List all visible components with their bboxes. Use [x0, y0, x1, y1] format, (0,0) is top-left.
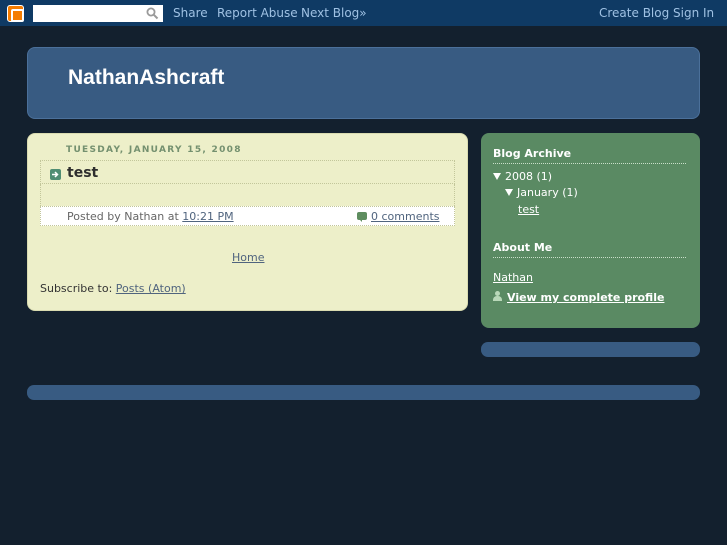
posts-atom-link[interactable]: Posts (Atom)	[116, 282, 186, 295]
archive-year-label[interactable]: 2008 (1)	[505, 170, 552, 183]
post-footer: Posted by Nathan at 10:21 PM 0 comments	[40, 206, 455, 226]
divider	[493, 257, 686, 258]
post-body	[40, 184, 455, 206]
triangle-down-icon[interactable]	[493, 173, 501, 180]
footer-bar	[27, 385, 700, 400]
subscribe-line: Subscribe to: Posts (Atom)	[40, 282, 186, 295]
profile-icon	[493, 291, 502, 301]
archive-month-label[interactable]: January (1)	[517, 186, 578, 199]
blogger-logo-icon[interactable]	[7, 5, 24, 22]
sign-in-link[interactable]: Sign In	[673, 6, 714, 20]
blog-archive-heading: Blog Archive	[493, 147, 572, 160]
next-blog-link[interactable]: Next Blog»	[301, 6, 367, 20]
post-date: TUESDAY, JANUARY 15, 2008	[66, 145, 242, 155]
blog-title[interactable]: NathanAshcraft	[68, 66, 224, 90]
post-title-row: test	[40, 160, 455, 184]
comment-icon	[357, 212, 367, 222]
search-icon[interactable]	[146, 7, 159, 20]
navbar: Share Report Abuse Next Blog» Create Blo…	[0, 0, 727, 26]
blog-header: NathanAshcraft	[27, 47, 700, 119]
comments-link[interactable]: 0 comments	[371, 210, 440, 223]
posted-by-text: Posted by Nathan at	[67, 210, 179, 223]
divider	[493, 163, 686, 164]
author-name-link[interactable]: Nathan	[493, 271, 533, 284]
view-profile-link[interactable]: View my complete profile	[507, 291, 664, 304]
main-column: TUESDAY, JANUARY 15, 2008 test Posted by…	[27, 133, 468, 311]
post-title[interactable]: test	[67, 165, 98, 181]
arrow-right-icon	[50, 169, 61, 180]
archive-year-2008[interactable]: 2008 (1)	[493, 170, 552, 183]
subscribe-label: Subscribe to:	[40, 282, 113, 295]
post-timestamp-link[interactable]: 10:21 PM	[182, 210, 233, 223]
create-blog-link[interactable]: Create Blog	[599, 6, 669, 20]
about-me-heading: About Me	[493, 241, 553, 254]
archive-month-january[interactable]: January (1)	[505, 186, 578, 199]
sidebar: Blog Archive 2008 (1) January (1) test A…	[481, 133, 700, 328]
search-input[interactable]	[33, 5, 163, 22]
triangle-down-icon[interactable]	[505, 189, 513, 196]
archive-post-link[interactable]: test	[518, 203, 539, 216]
sidebar-bottom-bar	[481, 342, 700, 357]
share-link[interactable]: Share	[173, 6, 208, 20]
post-byline: Posted by Nathan at 10:21 PM	[67, 210, 234, 223]
report-abuse-link[interactable]: Report Abuse	[217, 6, 298, 20]
home-link[interactable]: Home	[232, 251, 264, 264]
